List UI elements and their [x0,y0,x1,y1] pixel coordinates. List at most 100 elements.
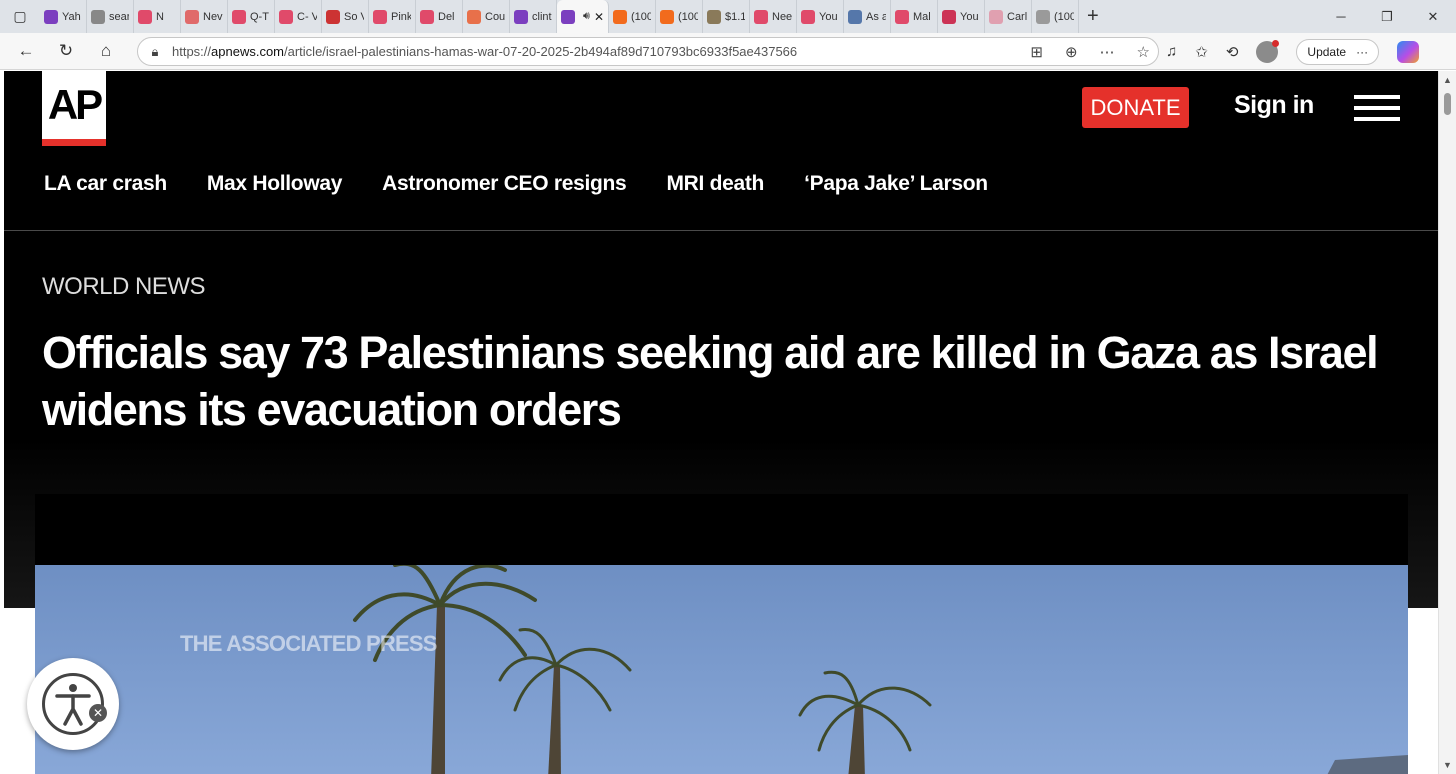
browser-tab[interactable]: Nee [750,0,797,33]
tab-favicon-icon [707,9,721,24]
accessibility-widget-button[interactable]: ✕ [27,658,119,750]
settings-more-icon[interactable]: ··· [1356,45,1368,59]
tab-favicon-icon [561,9,575,24]
favorites-icon[interactable]: ✩ [1195,43,1208,61]
tab-favicon-icon [138,9,152,24]
tab-title: So V [344,10,364,23]
restore-icon[interactable]: ❐ [1364,0,1410,33]
palm-tree [498,627,632,774]
browser-tab[interactable]: So V [322,0,369,33]
tab-favicon-icon [1036,9,1050,24]
trending-link-astronomer-ceo[interactable]: Astronomer CEO resigns [382,172,627,196]
browser-tab[interactable]: (100 [1032,0,1079,33]
browser-tab[interactable]: Mal [891,0,938,33]
browser-tab[interactable]: As a [844,0,891,33]
tab-title: You [960,10,979,23]
refresh-icon[interactable]: ↻ [46,33,86,70]
page-scrollbar[interactable]: ▲ ▼ [1438,71,1456,774]
address-toolbar: ← ↻ ⌂ 🔒︎ https://apnews.com/article/isra… [0,33,1456,70]
tab-favicon-icon [279,9,293,24]
tab-actions-menu-icon[interactable]: ▢ [0,0,40,33]
scroll-up-icon[interactable]: ▲ [1443,75,1452,85]
tab-favicon-icon [848,9,862,24]
minimize-icon[interactable]: ─ [1318,0,1364,33]
ap-logo[interactable]: AP [42,71,106,146]
article-headline: Officials say 73 Palestinians seeking ai… [42,327,1379,435]
window-controls: ─ ❐ ✕ [1318,0,1456,33]
copilot-icon[interactable] [1397,40,1420,63]
browser-tab[interactable]: You [938,0,985,33]
browser-tab[interactable]: You [797,0,844,33]
browser-tab[interactable]: C- V [275,0,322,33]
browser-tab[interactable]: clint🔊︎✕ [557,0,609,33]
section-kicker[interactable]: WORLD NEWS [42,273,206,301]
tab-favicon-icon [989,9,1003,24]
donate-button[interactable]: DONATE [1082,87,1189,128]
browser-tab[interactable]: (100 [609,0,656,33]
tab-favicon-icon [420,9,434,24]
tab-title: (100 [678,10,698,23]
menu-hamburger-icon[interactable] [1354,95,1400,121]
tab-audio-icon[interactable]: 🔊︎ [583,10,590,23]
palm-trees-scene [353,565,1408,774]
tab-title: sear [109,10,129,23]
browser-tab[interactable]: Pink [369,0,416,33]
address-bar[interactable]: 🔒︎ https://apnews.com/article/israel-pal… [137,37,1159,66]
tab-title: Carl [1007,10,1027,23]
history-icon[interactable]: ⟲ [1226,43,1239,61]
favorite-star-icon[interactable]: ☆ [1137,43,1150,61]
url-path: /article/israel-palestinians-hamas-war-0… [284,44,798,59]
ap-logo-redbar [42,139,106,146]
new-tab-button[interactable]: + [1087,5,1099,28]
tab-title: Del [438,10,455,23]
profile-avatar[interactable] [1256,39,1280,63]
scroll-down-icon[interactable]: ▼ [1443,760,1452,770]
tab-favicon-icon [44,9,58,24]
trending-nav: LA car crash Max Holloway Astronomer CEO… [44,172,1028,196]
tab-favicon-icon [801,9,815,24]
browser-tab[interactable]: Carl [985,0,1032,33]
tab-title: Nev [203,10,223,23]
zoom-icon[interactable]: ⊕ [1065,43,1078,61]
accessibility-close-icon[interactable]: ✕ [89,704,107,722]
lock-icon[interactable]: 🔒︎ [138,44,172,60]
video-frame[interactable]: THE ASSOCIATED PRESS [35,565,1408,774]
browser-tab[interactable]: clint [510,0,557,33]
building-edge [1327,755,1408,774]
trending-link-mri-death[interactable]: MRI death [666,172,764,196]
browser-tab[interactable]: Q-T [228,0,275,33]
trending-link-la-car-crash[interactable]: LA car crash [44,172,167,196]
lead-video[interactable]: THE ASSOCIATED PRESS [35,494,1408,774]
browser-tab[interactable]: sear [87,0,134,33]
update-button[interactable]: Update ··· [1296,38,1380,65]
close-window-icon[interactable]: ✕ [1410,0,1456,33]
tab-title: Pink [391,10,411,23]
app-available-icon[interactable]: ⊞ [1030,43,1043,61]
tab-list: YahsearNNevQ-TC- VSo VPinkDelCouclintcli… [40,0,1079,33]
back-icon[interactable]: ← [6,33,46,70]
trending-link-max-holloway[interactable]: Max Holloway [207,172,343,196]
url-text[interactable]: https://apnews.com/article/israel-palest… [172,44,797,59]
browser-tab[interactable]: (100 [656,0,703,33]
browser-toolbar-right: ♫ ✩ ⟲ Update ··· [1166,33,1420,70]
scroll-thumb[interactable] [1444,93,1451,115]
browser-tab[interactable]: $1.1 [703,0,750,33]
sign-in-link[interactable]: Sign in [1234,91,1314,120]
tab-close-icon[interactable]: ✕ [594,10,604,24]
tab-favicon-icon [895,9,909,24]
video-watermark: THE ASSOCIATED PRESS [180,631,437,656]
tab-title: Mal [913,10,931,23]
browser-tab[interactable]: Cou [463,0,510,33]
more-tools-icon[interactable]: ⋯ [1100,43,1115,61]
browser-tab[interactable]: Nev [181,0,228,33]
browser-tab[interactable]: N [134,0,181,33]
home-icon[interactable]: ⌂ [86,33,126,70]
palm-tree [798,670,932,774]
media-control-icon[interactable]: ♫ [1166,43,1177,60]
tab-favicon-icon [942,9,956,24]
browser-tab[interactable]: Del [416,0,463,33]
browser-tab[interactable]: Yah [40,0,87,33]
trending-link-papa-jake[interactable]: ‘Papa Jake’ Larson [804,172,988,196]
tab-favicon-icon [613,9,627,24]
tab-title: Nee [772,10,792,23]
